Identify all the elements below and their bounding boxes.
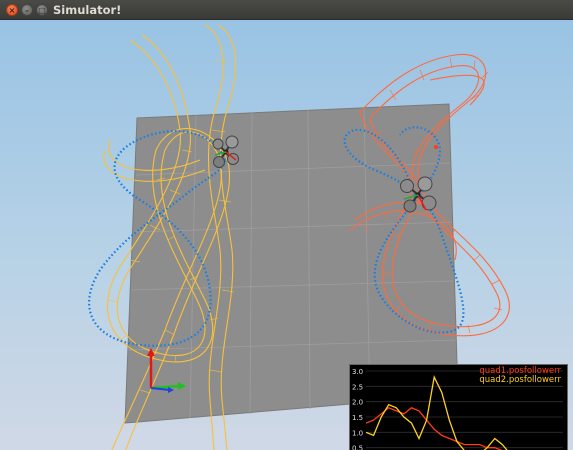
plot-y-tick-label: 1.5 bbox=[352, 414, 363, 422]
plot-y-tick-label: 0.5 bbox=[352, 445, 363, 450]
minimize-button[interactable]: – bbox=[21, 4, 33, 16]
title-bar: × – □ Simulator! bbox=[0, 0, 573, 20]
error-plot: 3.0 2.5 2.0 1.5 1.0 0.5 quad1.posfollowerr qu… bbox=[349, 364, 568, 450]
simulator-viewport[interactable]: 3.0 2.5 2.0 1.5 1.0 0.5 quad1.posfollowerr qu… bbox=[0, 20, 573, 450]
plot-series-1 bbox=[365, 407, 503, 450]
maximize-button[interactable]: □ bbox=[36, 4, 48, 16]
plot-y-tick-label: 2.5 bbox=[352, 383, 363, 391]
close-button[interactable]: × bbox=[6, 4, 18, 16]
plot-series-2 bbox=[365, 375, 508, 450]
plot-y-tick-label: 1.0 bbox=[352, 429, 363, 437]
plot-y-tick-label: 2.0 bbox=[352, 399, 363, 407]
plot-y-tick-label: 3.0 bbox=[352, 368, 363, 376]
quad1-target-marker bbox=[434, 145, 438, 149]
window-title: Simulator! bbox=[53, 3, 122, 17]
legend-quad2: quad2.posfollowerr bbox=[479, 375, 561, 385]
